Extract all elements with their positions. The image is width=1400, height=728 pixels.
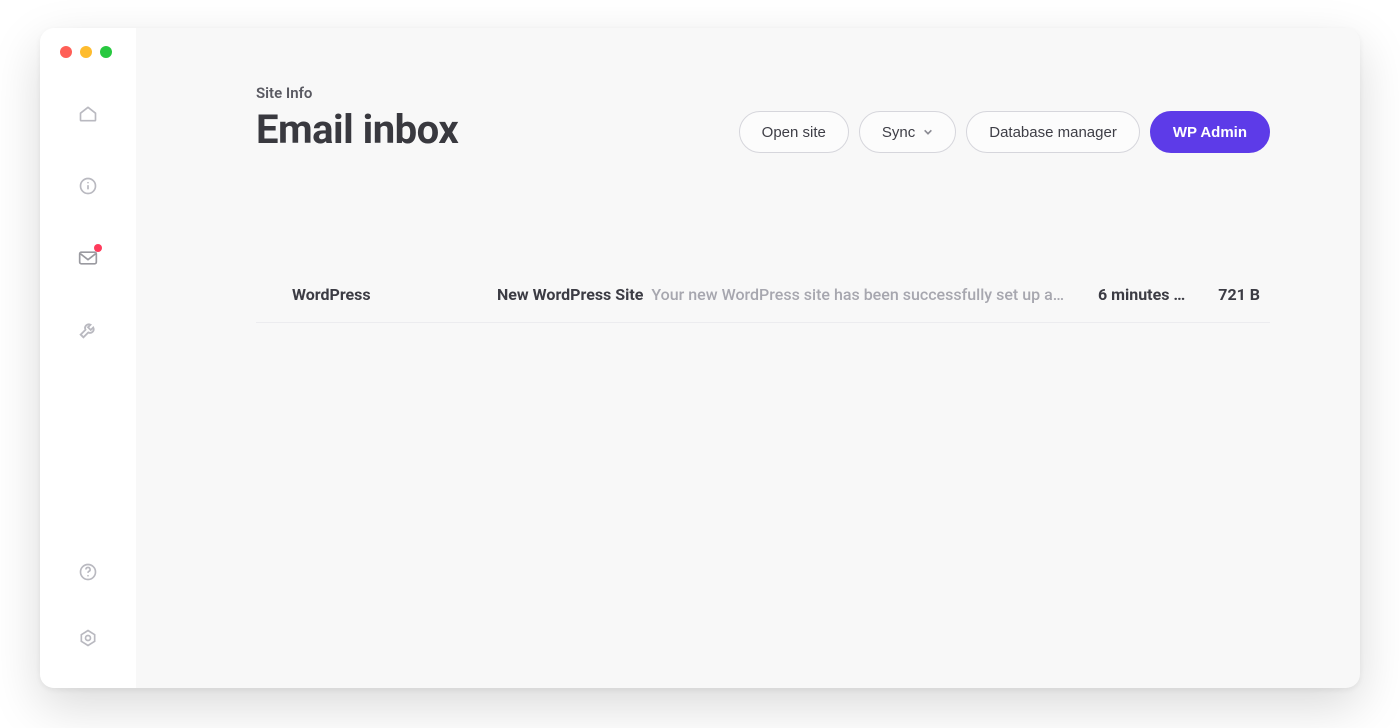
email-size: 721 B <box>1200 285 1260 304</box>
home-icon[interactable] <box>76 102 100 126</box>
sync-label: Sync <box>882 124 915 141</box>
email-time: 6 minutes … <box>1098 285 1188 304</box>
chevron-down-icon <box>923 127 933 137</box>
maximize-window-button[interactable] <box>100 46 112 58</box>
notification-badge <box>94 244 102 252</box>
header-actions: Open site Sync Database manager WP Admin <box>739 111 1270 153</box>
database-manager-button[interactable]: Database manager <box>966 111 1140 153</box>
page-title: Email inbox <box>256 106 458 153</box>
app-window: Site Info Email inbox Open site Sync Dat… <box>40 28 1360 688</box>
main-content: Site Info Email inbox Open site Sync Dat… <box>136 28 1360 688</box>
wp-admin-button[interactable]: WP Admin <box>1150 111 1270 153</box>
window-controls <box>60 46 112 58</box>
email-row[interactable]: WordPress New WordPress Site Your new Wo… <box>256 271 1270 323</box>
email-subject: New WordPress Site <box>497 285 643 304</box>
page-header: Site Info Email inbox Open site Sync Dat… <box>256 84 1270 153</box>
email-sender: WordPress <box>292 285 497 304</box>
email-inbox-list: WordPress New WordPress Site Your new Wo… <box>256 271 1270 323</box>
breadcrumb: Site Info <box>256 84 458 102</box>
minimize-window-button[interactable] <box>80 46 92 58</box>
help-icon[interactable] <box>76 560 100 584</box>
mail-icon[interactable] <box>76 246 100 270</box>
sync-button[interactable]: Sync <box>859 111 956 153</box>
database-manager-label: Database manager <box>989 124 1117 141</box>
sidebar <box>40 28 136 688</box>
open-site-button[interactable]: Open site <box>739 111 849 153</box>
email-preview: Your new WordPress site has been success… <box>651 285 1064 304</box>
wp-admin-label: WP Admin <box>1173 124 1247 141</box>
settings-icon[interactable] <box>76 626 100 650</box>
close-window-button[interactable] <box>60 46 72 58</box>
open-site-label: Open site <box>762 124 826 141</box>
info-icon[interactable] <box>76 174 100 198</box>
tools-icon[interactable] <box>76 318 100 342</box>
